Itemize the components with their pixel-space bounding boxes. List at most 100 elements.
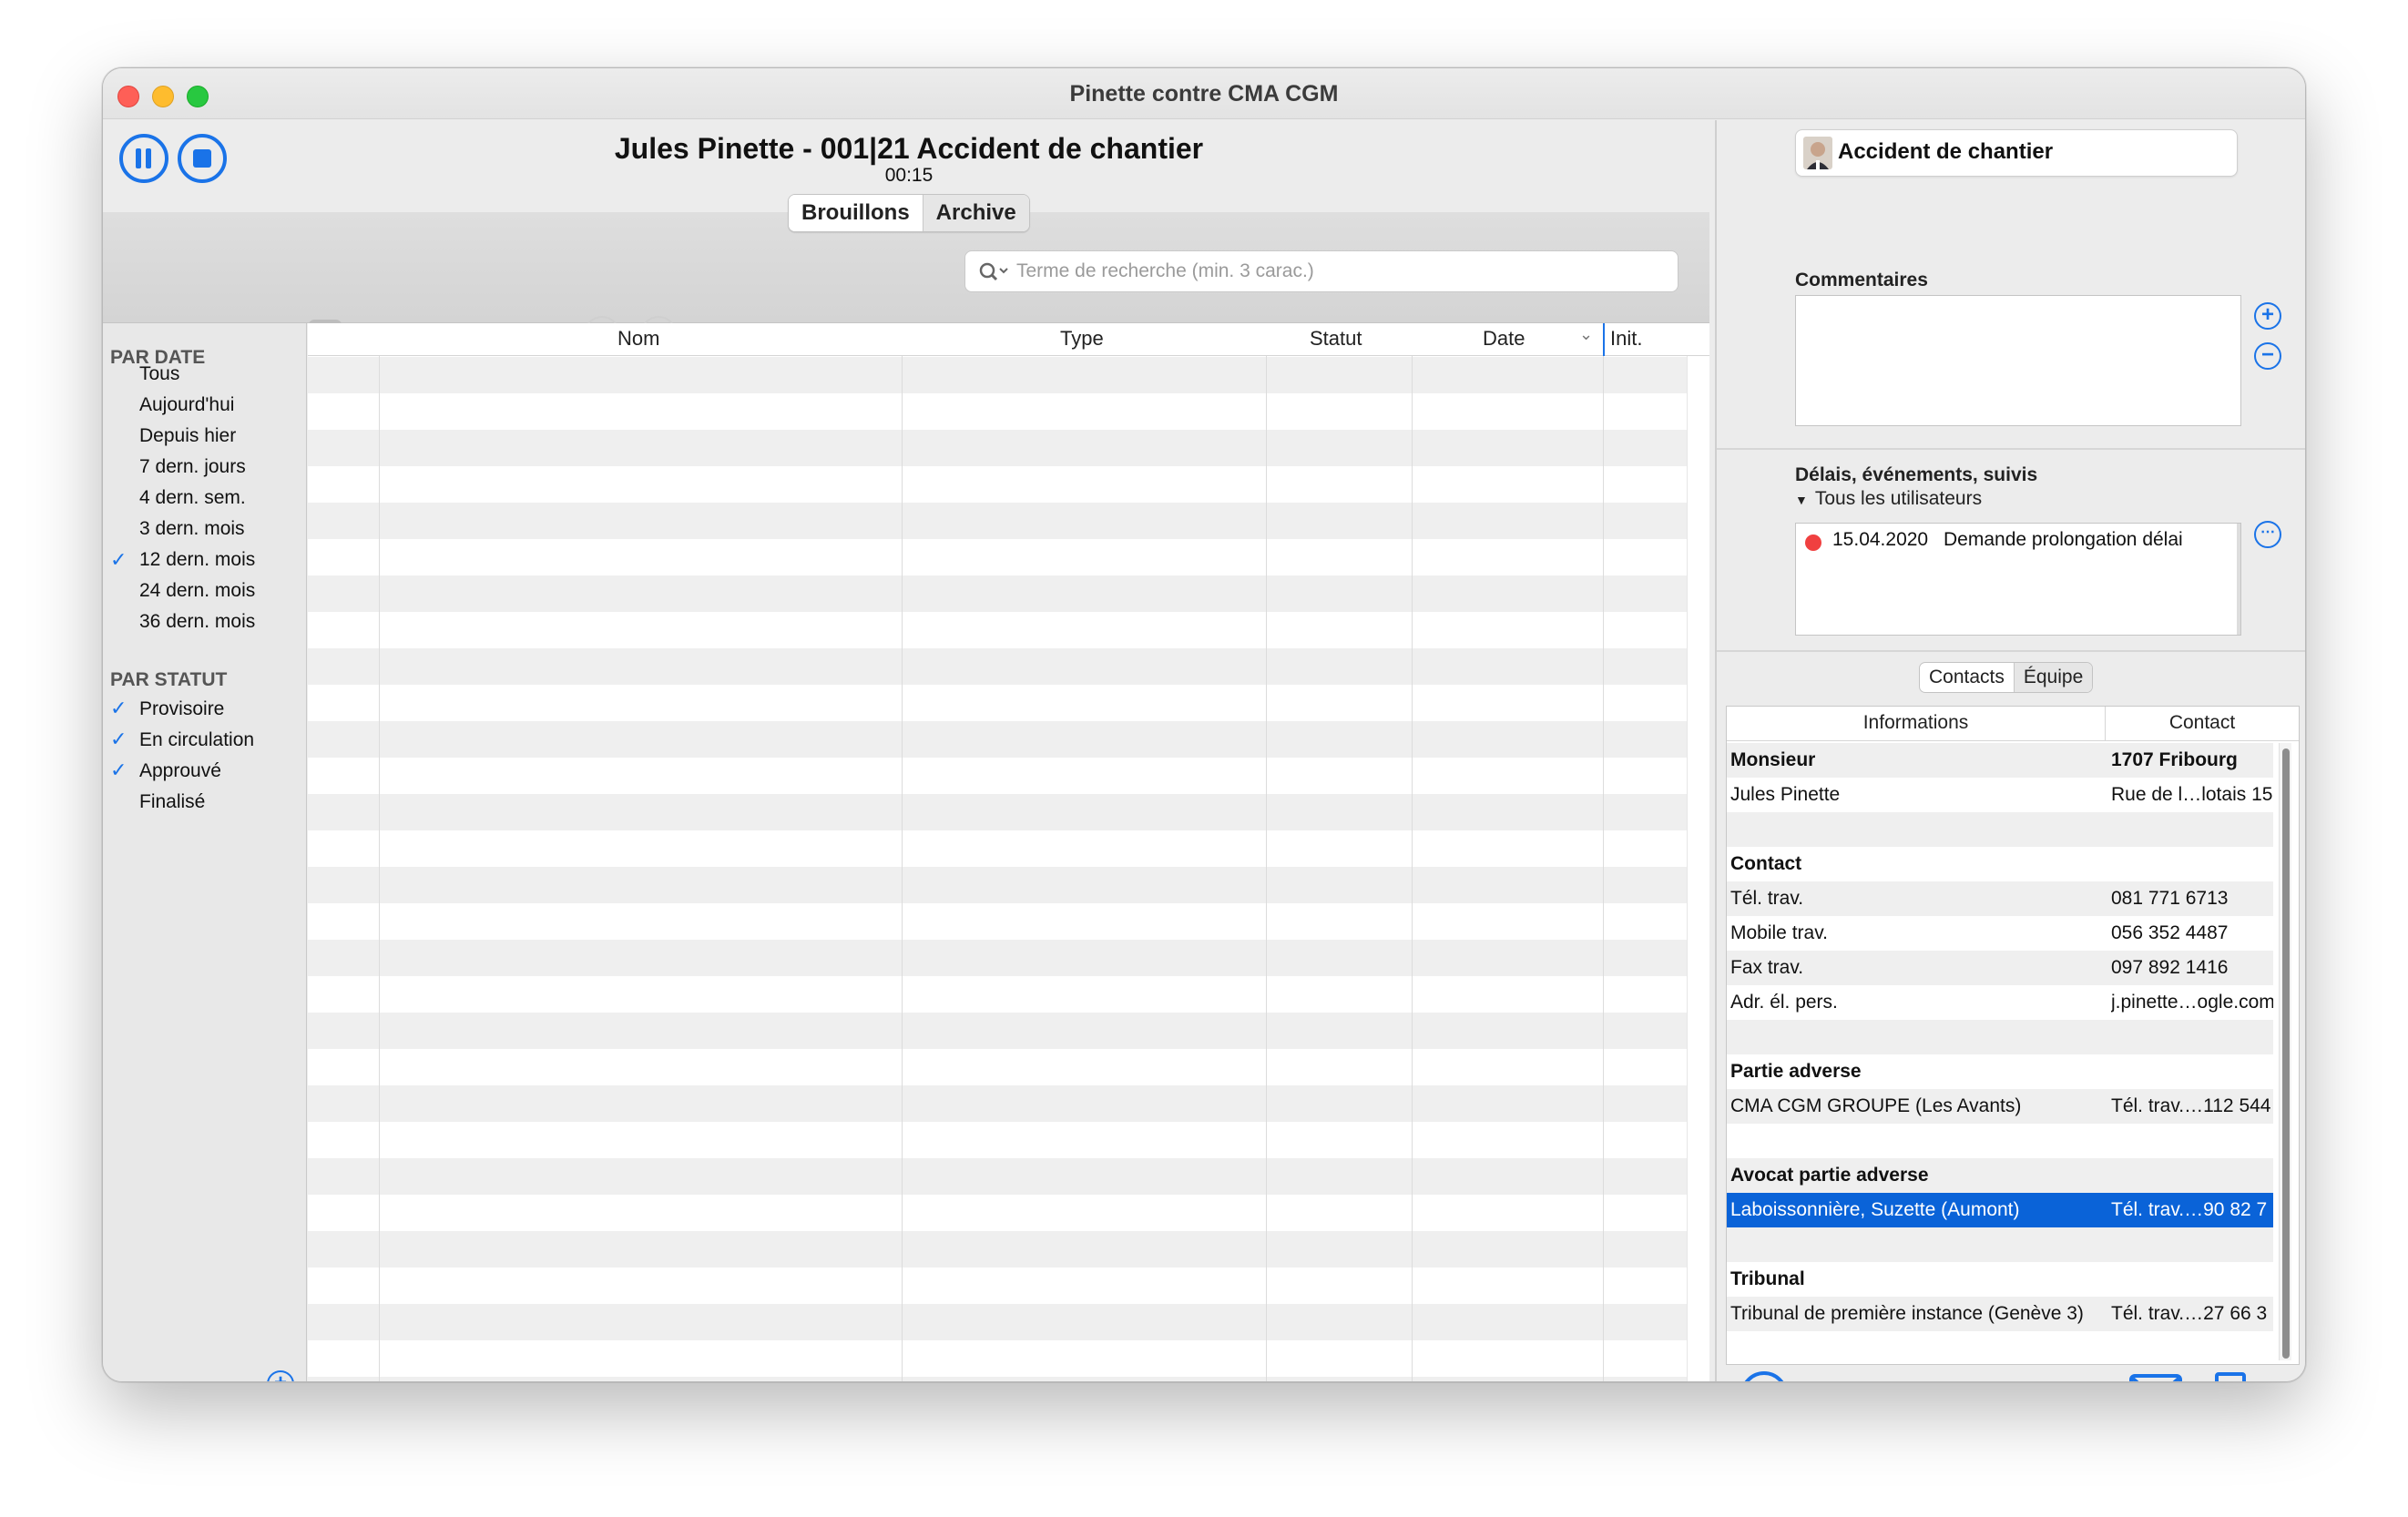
column-divider — [379, 323, 380, 1381]
column-header-statut[interactable]: Statut — [1310, 327, 1362, 351]
contact-row[interactable]: Avocat partie adverse — [1727, 1158, 2273, 1193]
column-header-date[interactable]: Date — [1483, 327, 1525, 351]
tab-archive[interactable]: Archive — [923, 195, 1029, 231]
tab-brouillons[interactable]: Brouillons — [789, 195, 923, 231]
checkmark-icon: ✓ — [110, 697, 128, 719]
table-row[interactable] — [308, 721, 1687, 758]
checkmark-icon: ✓ — [110, 758, 128, 781]
column-header-init[interactable]: Init. — [1610, 327, 1642, 351]
table-row[interactable] — [308, 1377, 1687, 1381]
search-placeholder: Terme de recherche (min. 3 carac.) — [1016, 260, 1314, 281]
contact-row[interactable]: Partie adverse — [1727, 1054, 2273, 1089]
table-row[interactable] — [308, 575, 1687, 612]
email-icon[interactable] — [2128, 1373, 2183, 1382]
table-row[interactable] — [308, 1013, 1687, 1049]
contact-info-cell: Contact — [1730, 853, 1802, 874]
disclosure-triangle-icon: ▼ — [1795, 493, 1808, 507]
contact-info-cell: Laboissonnière, Suzette (Aumont) — [1730, 1199, 2020, 1220]
event-row[interactable]: 15.04.2020 Demande prolongation délai — [1796, 524, 2240, 560]
table-row[interactable] — [308, 940, 1687, 976]
filter-status-approuve[interactable]: Approuvé — [139, 760, 221, 782]
users-filter-disclosure[interactable]: ▼ Tous les utilisateurs — [1795, 488, 1982, 510]
contact-info-cell: Avocat partie adverse — [1730, 1165, 1929, 1186]
sort-descending-icon: ⌄ — [1579, 325, 1594, 343]
contact-info-cell: Tribunal — [1730, 1268, 1805, 1289]
filter-date-since-yesterday[interactable]: Depuis hier — [139, 425, 236, 447]
contact-row[interactable]: Tribunal de première instance (Genève 3)… — [1727, 1297, 2273, 1331]
contact-row[interactable] — [1727, 1227, 2273, 1262]
filter-date-3-months[interactable]: 3 dern. mois — [139, 518, 245, 540]
table-row[interactable] — [308, 503, 1687, 539]
contacts-scrollbar[interactable] — [2279, 743, 2291, 1360]
filter-status-en-circulation[interactable]: En circulation — [139, 729, 254, 751]
contact-row[interactable]: Adr. él. pers. j.pinette…ogle.com — [1727, 985, 2273, 1020]
contact-row[interactable]: Laboissonnière, Suzette (Aumont) Tél. tra… — [1727, 1193, 2273, 1227]
column-header-type[interactable]: Type — [1060, 327, 1104, 351]
column-divider — [1266, 323, 1267, 1381]
add-contact-icon[interactable] — [1739, 1369, 1790, 1382]
contact-info-cell: Jules Pinette — [1730, 784, 1841, 805]
filter-date-12-months[interactable]: 12 dern. mois — [139, 549, 255, 571]
add-comment-button[interactable]: + — [2254, 302, 2281, 330]
event-status-dot-icon — [1805, 535, 1821, 551]
contact-info-cell: Partie adverse — [1730, 1061, 1862, 1082]
filter-date-today[interactable]: Aujourd'hui — [139, 394, 234, 416]
add-filter-button[interactable]: + — [267, 1370, 294, 1381]
column-header-informations[interactable]: Informations — [1727, 707, 2106, 741]
case-title-field[interactable]: Accident de chantier — [1795, 129, 2238, 177]
users-filter-label: Tous les utilisateurs — [1814, 488, 1983, 509]
contact-value-cell: Tél. trav.…112 544 — [2111, 1095, 2271, 1116]
contact-row[interactable]: Jules Pinette Rue de l…lotais 15 — [1727, 778, 2273, 812]
comments-field[interactable] — [1795, 295, 2241, 426]
more-options-icon[interactable]: ⋯ — [2254, 521, 2281, 548]
filter-date-36-months[interactable]: 36 dern. mois — [139, 611, 255, 633]
column-header-contact[interactable]: Contact — [2106, 707, 2299, 741]
events-scrollbar[interactable] — [2237, 524, 2240, 635]
contact-row[interactable]: Monsieur 1707 Fribourg — [1727, 743, 2273, 778]
table-row[interactable] — [308, 867, 1687, 903]
event-text: Demande prolongation délai — [1944, 529, 2183, 550]
table-row[interactable] — [308, 648, 1687, 685]
contact-info-cell: Tribunal de première instance (Genève 3) — [1730, 1303, 2084, 1324]
table-row[interactable] — [308, 1158, 1687, 1195]
column-header-nom[interactable]: Nom — [617, 327, 659, 351]
contact-row[interactable] — [1727, 1020, 2273, 1054]
filter-status-provisoire[interactable]: Provisoire — [139, 698, 224, 720]
contact-row[interactable]: CMA CGM GROUPE (Les Avants) Tél. trav.…11… — [1727, 1089, 2273, 1124]
filter-date-24-months[interactable]: 24 dern. mois — [139, 580, 255, 602]
contact-row[interactable]: Tribunal — [1727, 1262, 2273, 1297]
table-row[interactable] — [308, 357, 1687, 393]
case-details-panel: Accident de chantier Commentaires + − Dé… — [1717, 120, 2305, 1382]
scrollbar-thumb[interactable] — [2282, 748, 2290, 1359]
table-row[interactable] — [308, 1304, 1687, 1340]
app-window: Pinette contre CMA CGM Jules Pinette - 0… — [102, 67, 2306, 1382]
contact-row[interactable]: Tél. trav. 081 771 6713 — [1727, 881, 2273, 916]
table-header: Nom Type Statut Date ⌄ Init. — [308, 323, 1709, 356]
section-divider — [1717, 650, 2305, 652]
contact-row[interactable]: Fax trav. 097 892 1416 — [1727, 951, 2273, 985]
contact-value-cell: 1707 Fribourg — [2111, 749, 2238, 770]
contact-row[interactable] — [1727, 1124, 2273, 1158]
remove-comment-button[interactable]: − — [2254, 342, 2281, 370]
contact-row[interactable]: Contact — [1727, 847, 2273, 881]
table-row[interactable] — [308, 430, 1687, 466]
contact-row[interactable]: Mobile trav. 056 352 4487 — [1727, 916, 2273, 951]
contact-info-cell: Tél. trav. — [1730, 888, 1804, 909]
filter-date-7-days[interactable]: 7 dern. jours — [139, 456, 246, 478]
filter-status-finalise[interactable]: Finalisé — [139, 791, 205, 813]
events-list: 15.04.2020 Demande prolongation délai — [1795, 523, 2241, 636]
filter-date-4-weeks[interactable]: 4 dern. sem. — [139, 487, 246, 509]
table-row[interactable] — [308, 1085, 1687, 1122]
table-row[interactable] — [308, 1231, 1687, 1268]
filter-sidebar: PAR DATE Tous Aujourd'hui Depuis hier 7 … — [103, 323, 307, 1381]
tab-contacts[interactable]: Contacts — [1920, 663, 2014, 692]
print-icon[interactable] — [2203, 1371, 2258, 1382]
tab-equipe[interactable]: Équipe — [2014, 663, 2093, 692]
search-input[interactable]: Terme de recherche (min. 3 carac.) — [964, 250, 1678, 292]
table-row[interactable] — [308, 794, 1687, 830]
contact-row[interactable] — [1727, 812, 2273, 847]
filter-date-tous[interactable]: Tous — [139, 363, 179, 385]
deadlines-label: Délais, événements, suivis — [1795, 464, 2038, 485]
timer: 00:15 — [884, 165, 934, 186]
column-resize-handle[interactable] — [1603, 323, 1605, 356]
